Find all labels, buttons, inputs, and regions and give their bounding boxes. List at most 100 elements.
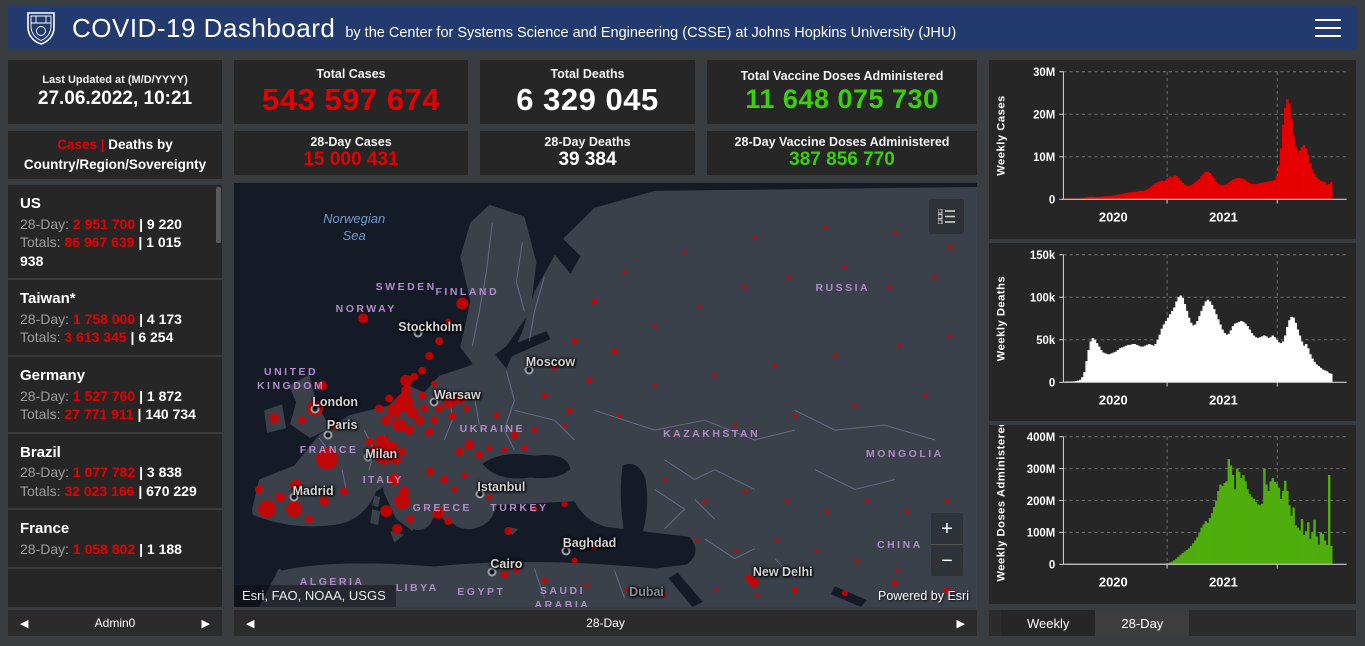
map-zoom-control: + − bbox=[931, 513, 963, 576]
day28-deaths-tile[interactable]: 28-Day Deaths 39 384 bbox=[480, 131, 695, 175]
chart-tabs: Weekly 28-Day bbox=[989, 610, 1356, 636]
country-row[interactable]: Taiwan*28-Day: 1 758 000 | 4 173Totals: … bbox=[8, 280, 222, 357]
zoom-out-button[interactable]: − bbox=[931, 545, 963, 576]
day28-cases-tile[interactable]: 28-Day Cases 15 000 431 bbox=[234, 131, 468, 175]
svg-text:100k: 100k bbox=[1030, 292, 1056, 304]
map-pager-label: 28-Day bbox=[234, 616, 977, 630]
chart-ylabel: Weekly Doses Administered bbox=[996, 425, 1008, 582]
left-sidebar: Last Updated at (M/D/YYYY) 27.06.2022, 1… bbox=[8, 60, 222, 636]
cases-toggle[interactable]: Cases bbox=[57, 137, 97, 152]
svg-text:2021: 2021 bbox=[1209, 392, 1238, 407]
country-28day-line: 28-Day: 1 077 782 | 3 838 bbox=[20, 463, 206, 481]
country-list[interactable]: US28-Day: 2 951 700 | 9 220Totals: 86 96… bbox=[8, 185, 222, 607]
world-map[interactable]: Norwegian SeaSWEDENFINLANDNORWAYRUSSIAUN… bbox=[234, 183, 977, 607]
total-deaths-value: 6 329 045 bbox=[516, 82, 658, 118]
svg-text:2021: 2021 bbox=[1209, 209, 1238, 224]
country-28day-line: 28-Day: 2 951 700 | 9 220 bbox=[20, 215, 206, 233]
powered-by-esri: Powered by Esri bbox=[878, 589, 969, 603]
country-name: Taiwan* bbox=[20, 289, 206, 309]
country-28day-line: 28-Day: 1 758 000 | 4 173 bbox=[20, 310, 206, 328]
total-cases-tile[interactable]: Total Cases 543 597 674 bbox=[234, 60, 468, 124]
total-vaccine-label: Total Vaccine Doses Administered bbox=[741, 69, 944, 83]
deaths-toggle[interactable]: Deaths by bbox=[108, 137, 173, 152]
svg-text:400M: 400M bbox=[1027, 432, 1055, 444]
country-row[interactable]: Brazil28-Day: 1 077 782 | 3 838Totals: 3… bbox=[8, 434, 222, 511]
svg-text:150k: 150k bbox=[1030, 249, 1056, 261]
weekly-deaths-chart: 0 50k 100k 150k 2020 2021 Weekly Deaths bbox=[989, 243, 1356, 422]
svg-text:50k: 50k bbox=[1036, 335, 1056, 347]
country-totals-line: Totals: 86 967 639 | 1 015 938 bbox=[20, 233, 206, 270]
map-attribution: Esri, FAO, NOAA, USGS bbox=[234, 585, 396, 607]
chart-ylabel: Weekly Cases bbox=[996, 95, 1008, 176]
country-list-header: Cases | Deaths by Country/Region/Soverei… bbox=[8, 131, 222, 179]
day28-cases-value: 15 000 431 bbox=[303, 149, 398, 171]
svg-text:2020: 2020 bbox=[1099, 209, 1128, 224]
country-name: US bbox=[20, 194, 206, 214]
list-scrollbar[interactable] bbox=[216, 187, 221, 243]
dashboard-page: COVID-19 Dashboard by the Center for Sys… bbox=[0, 0, 1365, 646]
weekly-doses-chart: 0 100M 200M 300M 400M 2020 2021 Weekly Doses Ad… bbox=[989, 425, 1356, 604]
legend-icon[interactable] bbox=[929, 199, 964, 234]
svg-text:30M: 30M bbox=[1033, 67, 1055, 79]
total-vaccine-value: 11 648 075 730 bbox=[745, 84, 938, 115]
country-totals-line: Totals: 32 023 166 | 670 229 bbox=[20, 482, 206, 500]
country-list-header-line2: Country/Region/Sovereignty bbox=[24, 155, 206, 175]
country-28day-line: 28-Day: 1 527 760 | 1 872 bbox=[20, 387, 206, 405]
country-row[interactable]: US28-Day: 2 951 700 | 9 220Totals: 86 96… bbox=[8, 185, 222, 280]
country-name: France bbox=[20, 519, 206, 539]
total-deaths-tile[interactable]: Total Deaths 6 329 045 bbox=[480, 60, 695, 124]
day28-vaccine-value: 387 856 770 bbox=[789, 149, 895, 171]
page-subtitle: by the Center for Systems Science and En… bbox=[345, 25, 956, 41]
main-column: Total Cases 543 597 674 Total Deaths 6 3… bbox=[234, 60, 977, 636]
svg-text:2020: 2020 bbox=[1099, 392, 1128, 407]
map-next-arrow[interactable]: ▶ bbox=[945, 617, 977, 630]
tab-weekly[interactable]: Weekly bbox=[1001, 610, 1095, 636]
zoom-in-button[interactable]: + bbox=[931, 513, 963, 544]
svg-text:300M: 300M bbox=[1027, 464, 1055, 476]
tab-28day[interactable]: 28-Day bbox=[1095, 610, 1189, 636]
total-cases-label: Total Cases bbox=[316, 67, 385, 81]
svg-text:0: 0 bbox=[1049, 194, 1055, 206]
country-row[interactable]: Germany28-Day: 1 527 760 | 1 872Totals: … bbox=[8, 357, 222, 434]
country-28day-line: 28-Day: 1 058 802 | 1 188 bbox=[20, 540, 206, 558]
charts-column: 010M20M30M20202021Weekly Cases 050k100k1… bbox=[989, 60, 1356, 636]
svg-text:100M: 100M bbox=[1027, 528, 1055, 540]
svg-text:0: 0 bbox=[1049, 560, 1055, 572]
weekly-cases-svg: 010M20M30M20202021Weekly Cases bbox=[989, 60, 1356, 239]
admin-pager: ◀ Admin0 ▶ bbox=[8, 610, 222, 636]
jhu-shield-logo bbox=[26, 11, 56, 45]
svg-text:20M: 20M bbox=[1033, 109, 1055, 121]
total-deaths-label: Total Deaths bbox=[550, 67, 624, 81]
day28-deaths-value: 39 384 bbox=[558, 149, 616, 171]
svg-text:200M: 200M bbox=[1027, 496, 1055, 508]
map-pager: ◀ 28-Day ▶ bbox=[234, 610, 977, 636]
last-updated-panel: Last Updated at (M/D/YYYY) 27.06.2022, 1… bbox=[8, 60, 222, 124]
admin-prev-arrow[interactable]: ◀ bbox=[8, 617, 40, 630]
chart-ylabel: Weekly Deaths bbox=[996, 275, 1008, 360]
last-updated-label: Last Updated at (M/D/YYYY) bbox=[42, 74, 187, 86]
day28-vaccine-tile[interactable]: 28-Day Vaccine Doses Administered 387 85… bbox=[707, 131, 977, 175]
admin-next-arrow[interactable]: ▶ bbox=[190, 617, 222, 630]
total-cases-value: 543 597 674 bbox=[262, 82, 440, 118]
day28-vaccine-label: 28-Day Vaccine Doses Administered bbox=[735, 135, 950, 149]
header-divider: | bbox=[97, 137, 108, 152]
country-name: Brazil bbox=[20, 443, 206, 463]
last-updated-value: 27.06.2022, 10:21 bbox=[38, 88, 192, 110]
country-totals-line: Totals: 3 613 345 | 6 254 bbox=[20, 328, 206, 346]
page-title: COVID-19 Dashboard bbox=[72, 13, 335, 44]
map-prev-arrow[interactable]: ◀ bbox=[234, 617, 266, 630]
menu-icon[interactable] bbox=[1313, 16, 1343, 40]
app-header: COVID-19 Dashboard by the Center for Sys… bbox=[8, 6, 1357, 50]
total-vaccine-tile[interactable]: Total Vaccine Doses Administered 11 648 … bbox=[707, 60, 977, 124]
svg-text:2021: 2021 bbox=[1209, 575, 1238, 590]
day28-deaths-label: 28-Day Deaths bbox=[544, 135, 630, 149]
country-name: Germany bbox=[20, 366, 206, 386]
country-totals-line: Totals: 27 771 911 | 140 734 bbox=[20, 405, 206, 423]
weekly-cases-chart: 010M20M30M20202021Weekly Cases bbox=[989, 60, 1356, 239]
svg-text:0: 0 bbox=[1049, 377, 1055, 389]
weekly-doses-svg: 0 100M 200M 300M 400M 2020 2021 Weekly Doses Ad… bbox=[989, 425, 1356, 604]
day28-cases-label: 28-Day Cases bbox=[310, 135, 391, 149]
map-canvas bbox=[234, 183, 977, 607]
svg-text:2020: 2020 bbox=[1099, 575, 1128, 590]
country-row[interactable]: France28-Day: 1 058 802 | 1 188 bbox=[8, 510, 222, 568]
